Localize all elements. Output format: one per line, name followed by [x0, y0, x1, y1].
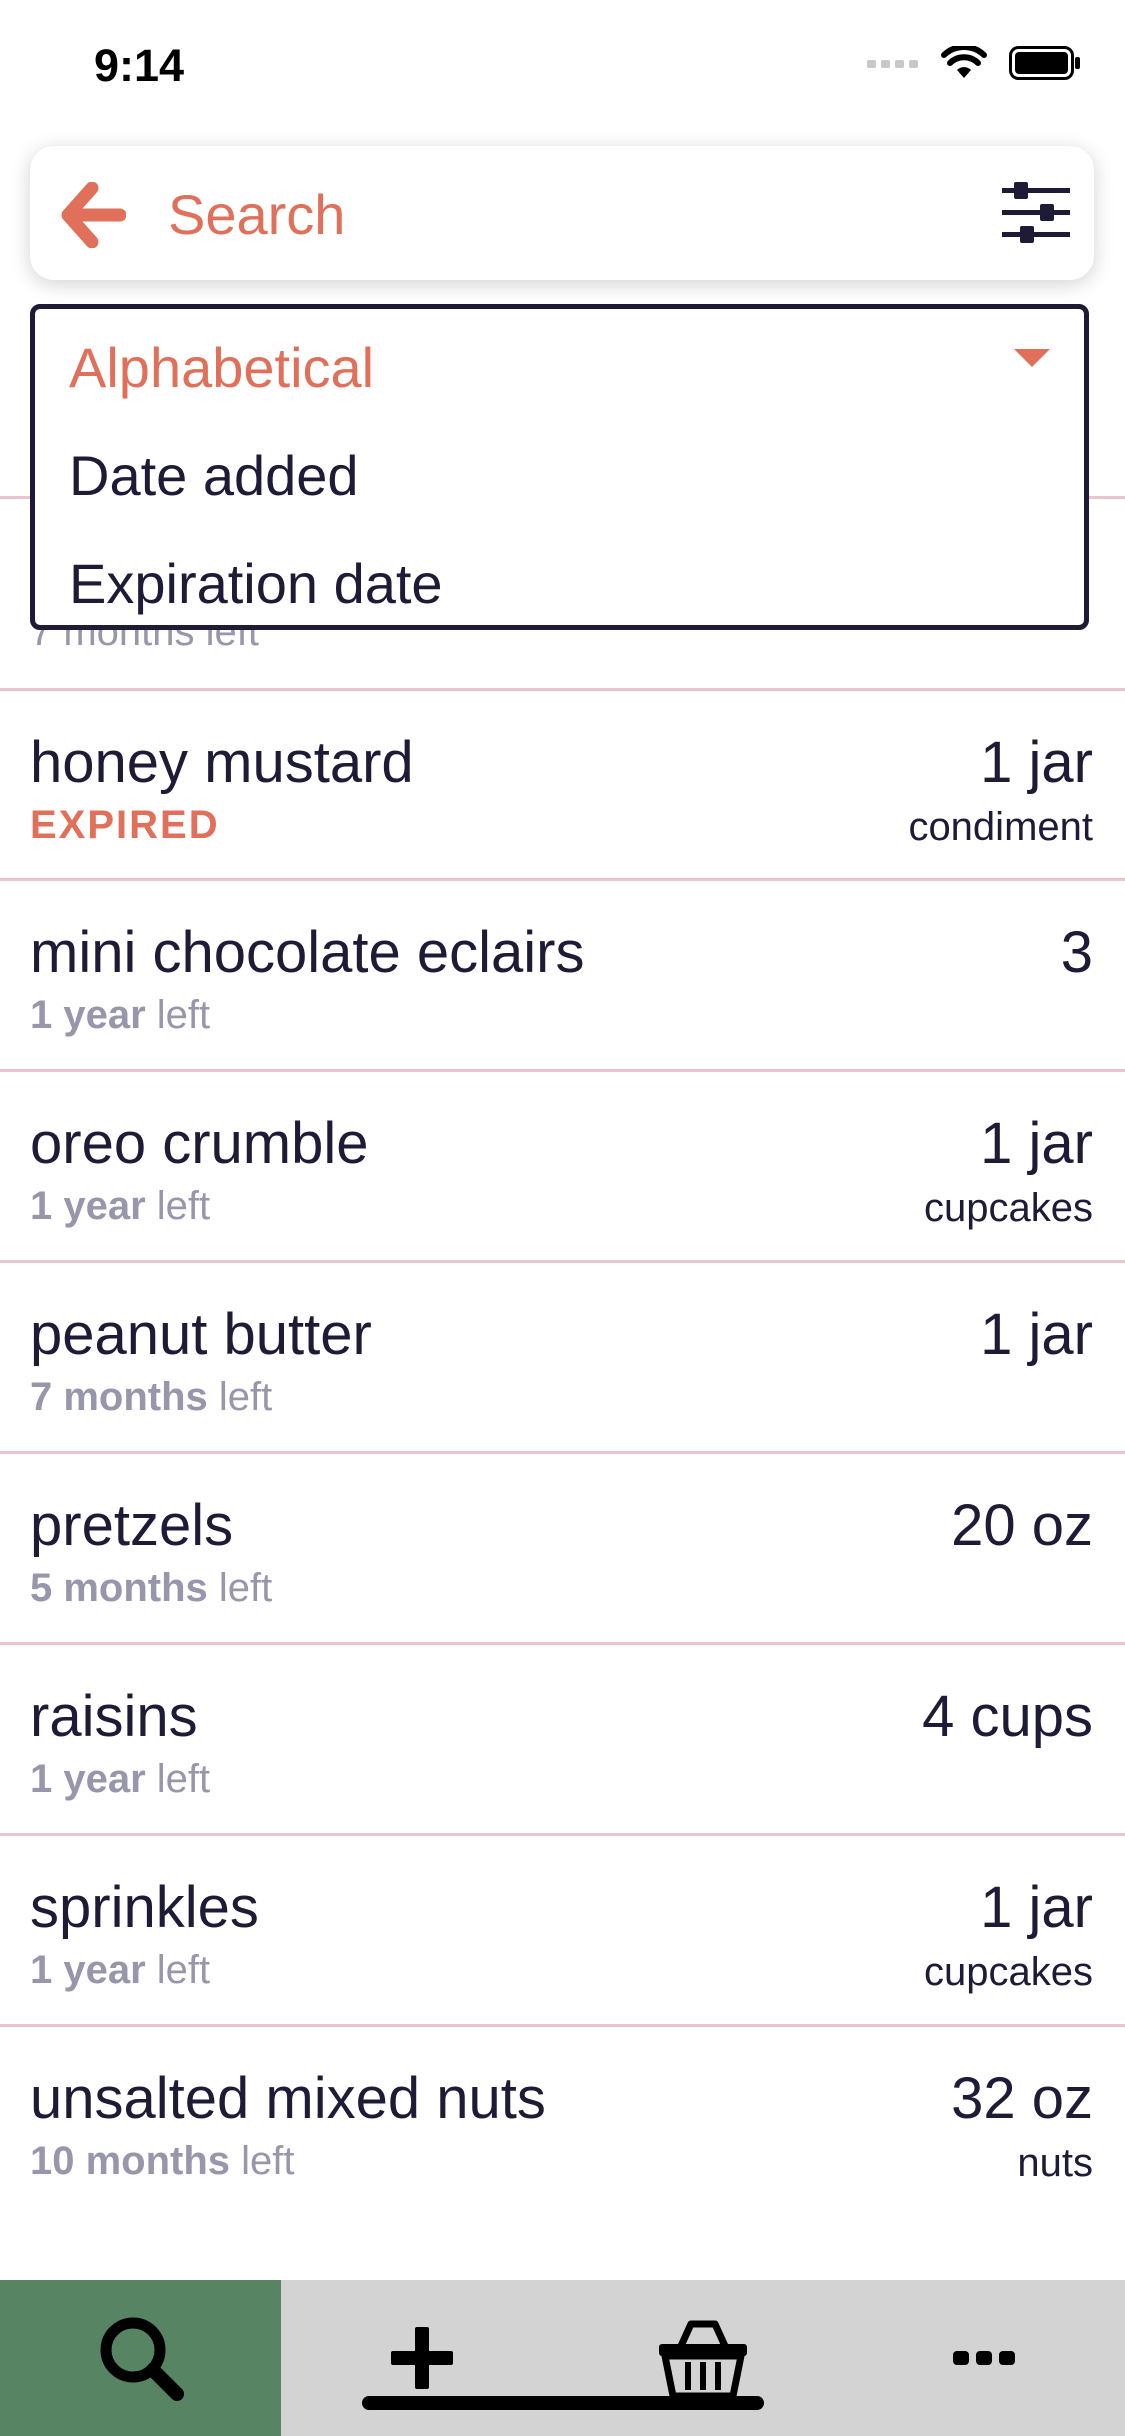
- status-bar: 9:14: [0, 0, 1125, 140]
- list-item[interactable]: unsalted mixed nuts 10 months left 32 oz…: [0, 2027, 1125, 2217]
- list-item[interactable]: sprinkles 1 year left 1 jar cupcakes: [0, 1836, 1125, 2026]
- item-life-remaining: 7 months left: [30, 1375, 273, 1419]
- item-life-remaining: 1 year left: [30, 1757, 211, 1801]
- item-quantity: 1 jar: [980, 1302, 1093, 1367]
- status-icons: [867, 46, 1081, 80]
- item-name: honey mustard: [30, 730, 414, 795]
- sort-option-expiration-date[interactable]: Expiration date: [69, 551, 443, 616]
- tab-bar: [0, 2280, 1125, 2436]
- item-name: pretzels: [30, 1493, 234, 1558]
- battery-icon: [1009, 46, 1080, 80]
- item-life-remaining: 10 months left: [30, 2139, 295, 2183]
- list-item[interactable]: pretzels 5 months left 20 oz: [0, 1454, 1125, 1644]
- more-icon: [953, 2351, 1015, 2365]
- item-name: mini chocolate eclairs: [30, 920, 585, 985]
- add-icon: [390, 2327, 453, 2389]
- item-life-remaining: 5 months left: [30, 1566, 273, 1610]
- item-quantity: 3: [1060, 920, 1093, 985]
- sort-option-date-added[interactable]: Date added: [69, 443, 359, 508]
- item-category: nuts: [1017, 2141, 1093, 2185]
- item-life-remaining: 1 year left: [30, 1184, 211, 1228]
- sort-option-alphabetical[interactable]: Alphabetical: [69, 335, 374, 400]
- home-indicator: [362, 2396, 764, 2410]
- search-icon: [100, 2317, 184, 2401]
- item-quantity: 20 oz: [951, 1493, 1093, 1558]
- item-life-remaining: 1 year left: [30, 1948, 211, 1992]
- item-category: cupcakes: [924, 1950, 1093, 1994]
- tab-add[interactable]: [281, 2280, 562, 2436]
- caret-down-icon[interactable]: [1014, 349, 1050, 367]
- tab-basket[interactable]: [562, 2280, 843, 2436]
- basket-icon: [658, 2320, 747, 2400]
- item-quantity: 1 jar: [980, 1875, 1093, 1940]
- list-item[interactable]: peanut butter 7 months left 1 jar: [0, 1263, 1125, 1453]
- tab-more[interactable]: [843, 2280, 1125, 2436]
- item-category: condiment: [908, 805, 1093, 849]
- list-item[interactable]: raisins 1 year left 4 cups: [0, 1645, 1125, 1835]
- item-name: raisins: [30, 1684, 198, 1749]
- sort-dropdown[interactable]: Alphabetical Date added Expiration date: [30, 304, 1089, 630]
- list-item[interactable]: oreo crumble 1 year left 1 jar cupcakes: [0, 1072, 1125, 1262]
- item-expired-label: EXPIRED: [30, 803, 220, 847]
- item-quantity: 4 cups: [922, 1684, 1093, 1749]
- tab-search[interactable]: [0, 2280, 281, 2436]
- item-quantity: 32 oz: [951, 2066, 1093, 2131]
- item-quantity: 1 jar: [980, 1111, 1093, 1176]
- cellular-signal-icon: [867, 60, 918, 68]
- status-time: 9:14: [94, 40, 185, 91]
- back-arrow-icon[interactable]: [60, 182, 126, 248]
- list-item[interactable]: honey mustard EXPIRED 1 jar condiment: [0, 691, 1125, 881]
- wifi-icon: [941, 46, 987, 78]
- item-category: cupcakes: [924, 1186, 1093, 1230]
- item-name: unsalted mixed nuts: [30, 2066, 546, 2131]
- item-name: oreo crumble: [30, 1111, 369, 1176]
- item-quantity: 1 jar: [980, 730, 1093, 795]
- filter-sliders-icon[interactable]: [1000, 180, 1072, 246]
- list-item[interactable]: mini chocolate eclairs 1 year left 3: [0, 881, 1125, 1071]
- item-life-remaining: 1 year left: [30, 993, 211, 1037]
- search-label[interactable]: Search: [168, 182, 345, 247]
- item-name: peanut butter: [30, 1302, 372, 1367]
- item-name: sprinkles: [30, 1875, 259, 1940]
- search-bar[interactable]: Search: [30, 146, 1094, 280]
